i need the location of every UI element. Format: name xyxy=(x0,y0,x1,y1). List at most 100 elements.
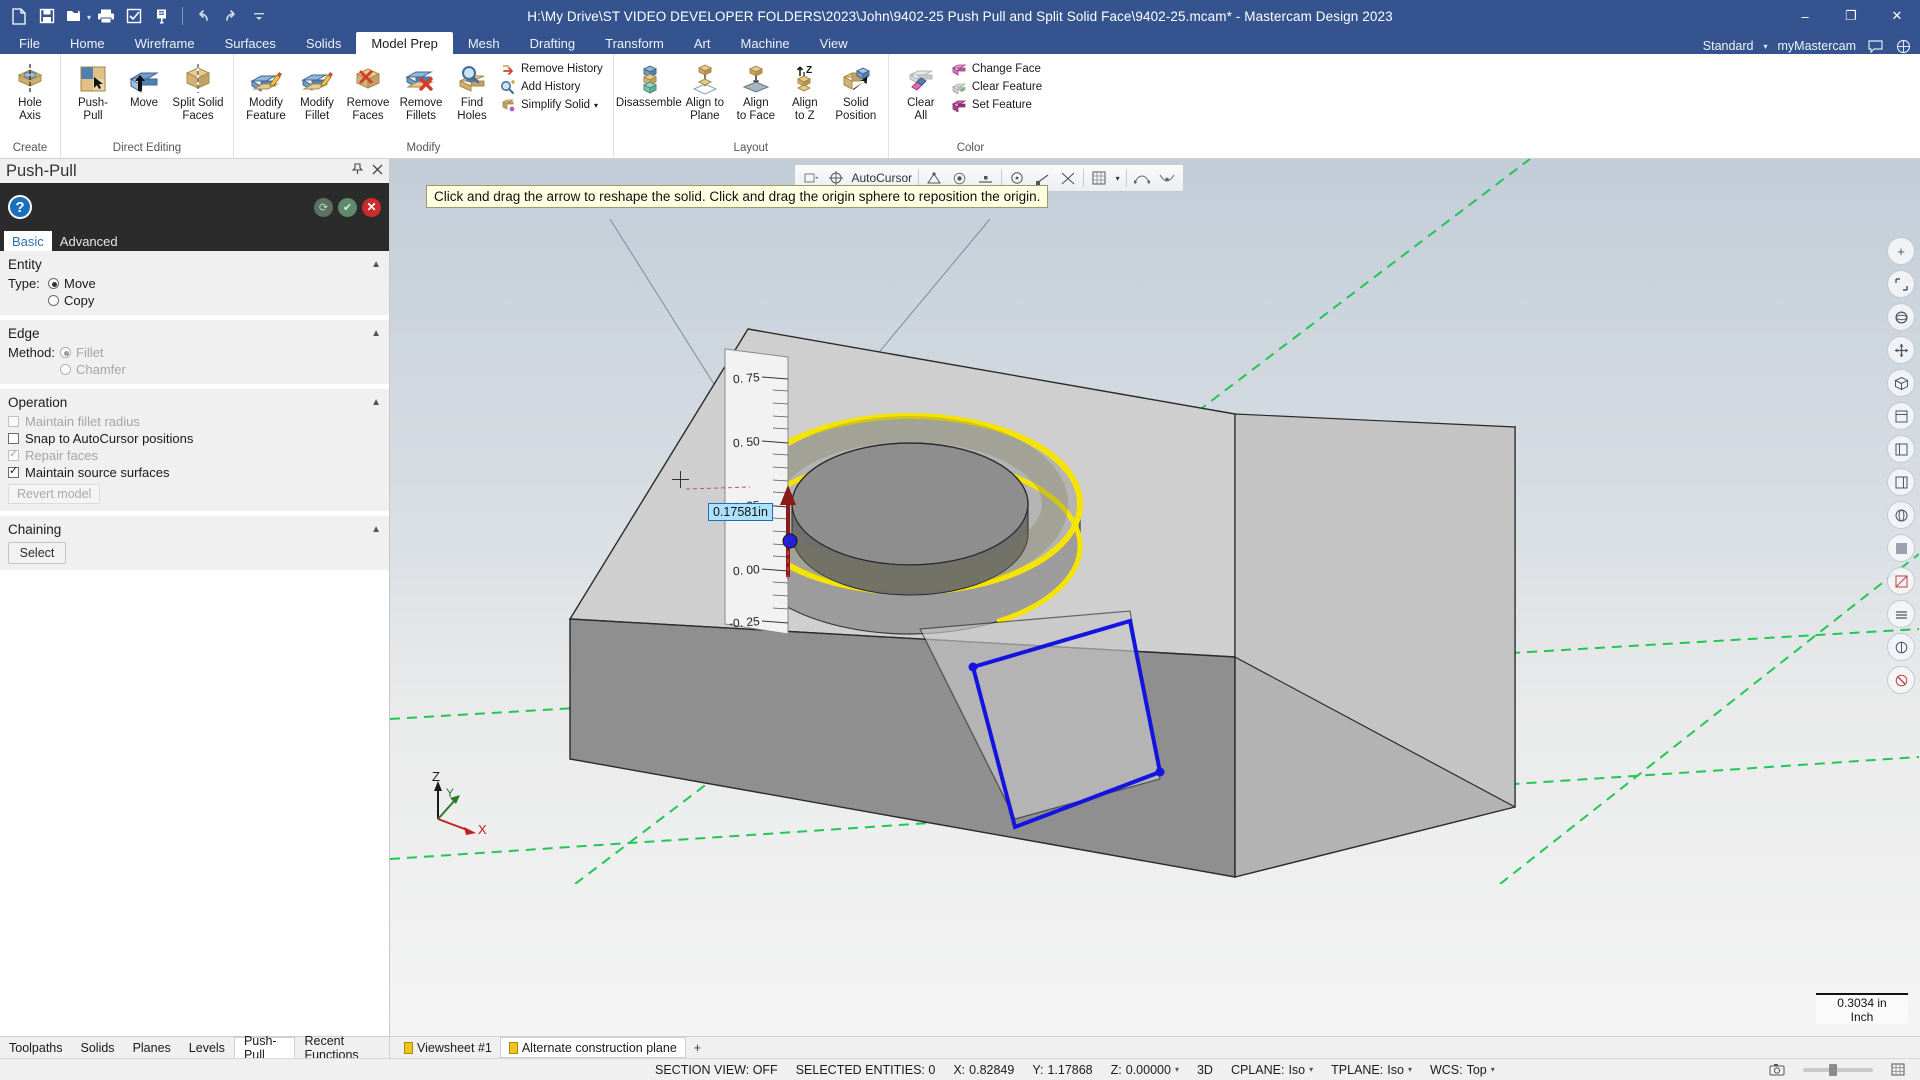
radio-copy-icon[interactable] xyxy=(48,295,59,306)
status-coord-z-caret-icon[interactable]: ▾ xyxy=(1175,1065,1179,1074)
clear-feature-button[interactable]: Clear Feature xyxy=(948,78,1046,96)
graphics-viewport[interactable]: 0. 75 0. 50 0. 25 0. 00 -0. 25 xyxy=(390,159,1920,1036)
viewsheet-tab-1[interactable]: Viewsheet #1 xyxy=(396,1037,500,1058)
tab-solids[interactable]: Solids xyxy=(291,32,356,54)
undo-icon[interactable] xyxy=(190,3,216,29)
remove-faces-button[interactable]: Remove Faces xyxy=(342,58,394,122)
modify-fillet-button[interactable]: Modify Fillet xyxy=(293,58,341,122)
top-view-icon[interactable] xyxy=(1887,402,1915,430)
ok-button[interactable]: ✔ xyxy=(338,197,357,217)
autocursor-relative-icon[interactable] xyxy=(1133,168,1152,188)
tab-planes[interactable]: Planes xyxy=(124,1037,180,1058)
find-holes-button[interactable]: Find Holes xyxy=(448,58,496,122)
align-to-z-button[interactable]: Z Align to Z xyxy=(781,58,829,122)
front-view-icon[interactable] xyxy=(1887,435,1915,463)
autocursor-intersect-icon[interactable] xyxy=(1058,168,1077,188)
tab-advanced[interactable]: Advanced xyxy=(52,231,126,251)
set-feature-button[interactable]: Set Feature xyxy=(948,96,1046,114)
help-globe-icon[interactable] xyxy=(1894,38,1912,54)
add-viewsheet-button[interactable]: + xyxy=(686,1037,709,1058)
isometric-view-icon[interactable] xyxy=(1887,369,1915,397)
dimension-input[interactable]: 0.17581in xyxy=(708,503,773,521)
simplify-solid-button[interactable]: Simplify Solid ▾ xyxy=(497,96,607,114)
status-wcs[interactable]: WCS: Top ▾ xyxy=(1421,1063,1504,1077)
solid-model-scene[interactable]: 0. 75 0. 50 0. 25 0. 00 -0. 25 xyxy=(390,159,1919,884)
pin-icon[interactable] xyxy=(351,162,364,180)
hole-axis-button[interactable]: Hole Axis xyxy=(6,58,54,122)
entity-type-copy-row[interactable]: Copy xyxy=(0,292,389,309)
section-view-icon[interactable] xyxy=(1887,567,1915,595)
tab-model-prep[interactable]: Model Prep xyxy=(356,32,453,54)
zoom-window-icon[interactable] xyxy=(149,3,175,29)
mymastercam-label[interactable]: myMastercam xyxy=(1778,39,1856,53)
section-entity-collapse-icon[interactable]: ▲ xyxy=(371,259,381,270)
autocursor-nearest-icon[interactable] xyxy=(1158,168,1177,188)
tab-home[interactable]: Home xyxy=(55,32,120,54)
customize-qat-icon[interactable] xyxy=(246,3,272,29)
tab-recent-functions[interactable]: Recent Functions xyxy=(295,1034,389,1062)
status-wcs-caret-icon[interactable]: ▾ xyxy=(1491,1065,1495,1074)
tab-toolpaths[interactable]: Toolpaths xyxy=(0,1037,72,1058)
tab-levels[interactable]: Levels xyxy=(180,1037,234,1058)
status-zoom-slider[interactable] xyxy=(1794,1063,1882,1076)
tab-drafting[interactable]: Drafting xyxy=(515,32,591,54)
split-solid-faces-button[interactable]: Split Solid Faces xyxy=(169,58,227,122)
fit-icon[interactable]: + xyxy=(1887,237,1915,265)
apply-and-create-new-operation-button[interactable]: ⟳ xyxy=(314,197,333,217)
simplify-solid-caret-icon[interactable]: ▾ xyxy=(594,101,598,110)
section-edge-collapse-icon[interactable]: ▲ xyxy=(371,328,381,339)
add-history-button[interactable]: Add History xyxy=(497,78,607,96)
checkbox-snap-autocursor[interactable] xyxy=(8,433,19,444)
zoom-slider-thumb[interactable] xyxy=(1829,1063,1837,1076)
no-shade-icon[interactable] xyxy=(1887,666,1915,694)
unzoom-icon[interactable] xyxy=(1887,270,1915,298)
tab-file[interactable]: File xyxy=(4,32,55,54)
new-icon[interactable] xyxy=(6,3,32,29)
shaded-icon[interactable] xyxy=(1887,534,1915,562)
checkbox-maintain-source-surfaces[interactable] xyxy=(8,465,19,478)
remove-fillets-button[interactable]: Remove Fillets xyxy=(395,58,447,122)
tab-solids[interactable]: Solids xyxy=(72,1037,124,1058)
status-coord-z[interactable]: Z: 0.00000 ▾ xyxy=(1102,1063,1188,1077)
redo-icon[interactable] xyxy=(218,3,244,29)
open-icon[interactable] xyxy=(62,3,88,29)
save-icon[interactable] xyxy=(34,3,60,29)
tab-machine[interactable]: Machine xyxy=(726,32,805,54)
align-to-face-button[interactable]: Align to Face xyxy=(732,58,780,122)
close-icon[interactable] xyxy=(372,162,383,180)
maximize-button[interactable]: ❐ xyxy=(1828,0,1874,32)
status-3d-toggle[interactable]: 3D xyxy=(1188,1063,1222,1077)
change-face-button[interactable]: Change Face xyxy=(948,60,1046,78)
checkbox-maintain-source-surfaces-row[interactable]: Maintain source surfaces xyxy=(0,464,389,481)
autocursor-grid-icon[interactable] xyxy=(1090,168,1109,188)
tab-push-pull[interactable]: Push-Pull xyxy=(233,1034,296,1062)
minimize-button[interactable]: – xyxy=(1782,0,1828,32)
pan-icon[interactable] xyxy=(1887,336,1915,364)
disassemble-button[interactable]: Disassemble xyxy=(616,58,682,110)
section-chaining-collapse-icon[interactable]: ▲ xyxy=(371,524,381,535)
wireframe-shading-icon[interactable] xyxy=(1887,501,1915,529)
chaining-select-button[interactable]: Select xyxy=(8,542,66,564)
status-tplane-caret-icon[interactable]: ▾ xyxy=(1408,1065,1412,1074)
appearance-icon[interactable] xyxy=(1887,633,1915,661)
account-caret-icon[interactable]: ▾ xyxy=(1764,42,1768,51)
align-to-plane-button[interactable]: Align to Plane xyxy=(679,58,731,122)
cancel-button[interactable]: ✕ xyxy=(362,197,381,217)
tab-wireframe[interactable]: Wireframe xyxy=(120,32,210,54)
tab-surfaces[interactable]: Surfaces xyxy=(210,32,291,54)
section-operation-collapse-icon[interactable]: ▲ xyxy=(371,397,381,408)
push-pull-button[interactable]: Push-Pull xyxy=(67,58,119,122)
status-grid-icon[interactable] xyxy=(1882,1063,1914,1076)
help-button[interactable]: ? xyxy=(8,195,32,219)
move-button[interactable]: Move xyxy=(120,58,168,110)
clear-all-button[interactable]: Clear All xyxy=(895,58,947,122)
tab-mesh[interactable]: Mesh xyxy=(453,32,515,54)
entity-type-move-row[interactable]: Type: Move xyxy=(0,275,389,292)
status-section-view[interactable]: SECTION VIEW: OFF xyxy=(646,1063,787,1077)
status-cplane-caret-icon[interactable]: ▾ xyxy=(1309,1065,1313,1074)
tab-basic[interactable]: Basic xyxy=(4,231,52,251)
solid-position-button[interactable]: Solid Position xyxy=(830,58,882,122)
viewsheet-tab-2[interactable]: Alternate construction plane xyxy=(499,1037,686,1058)
status-tplane[interactable]: TPLANE: Iso ▾ xyxy=(1322,1063,1421,1077)
radio-move-icon[interactable] xyxy=(48,278,59,289)
